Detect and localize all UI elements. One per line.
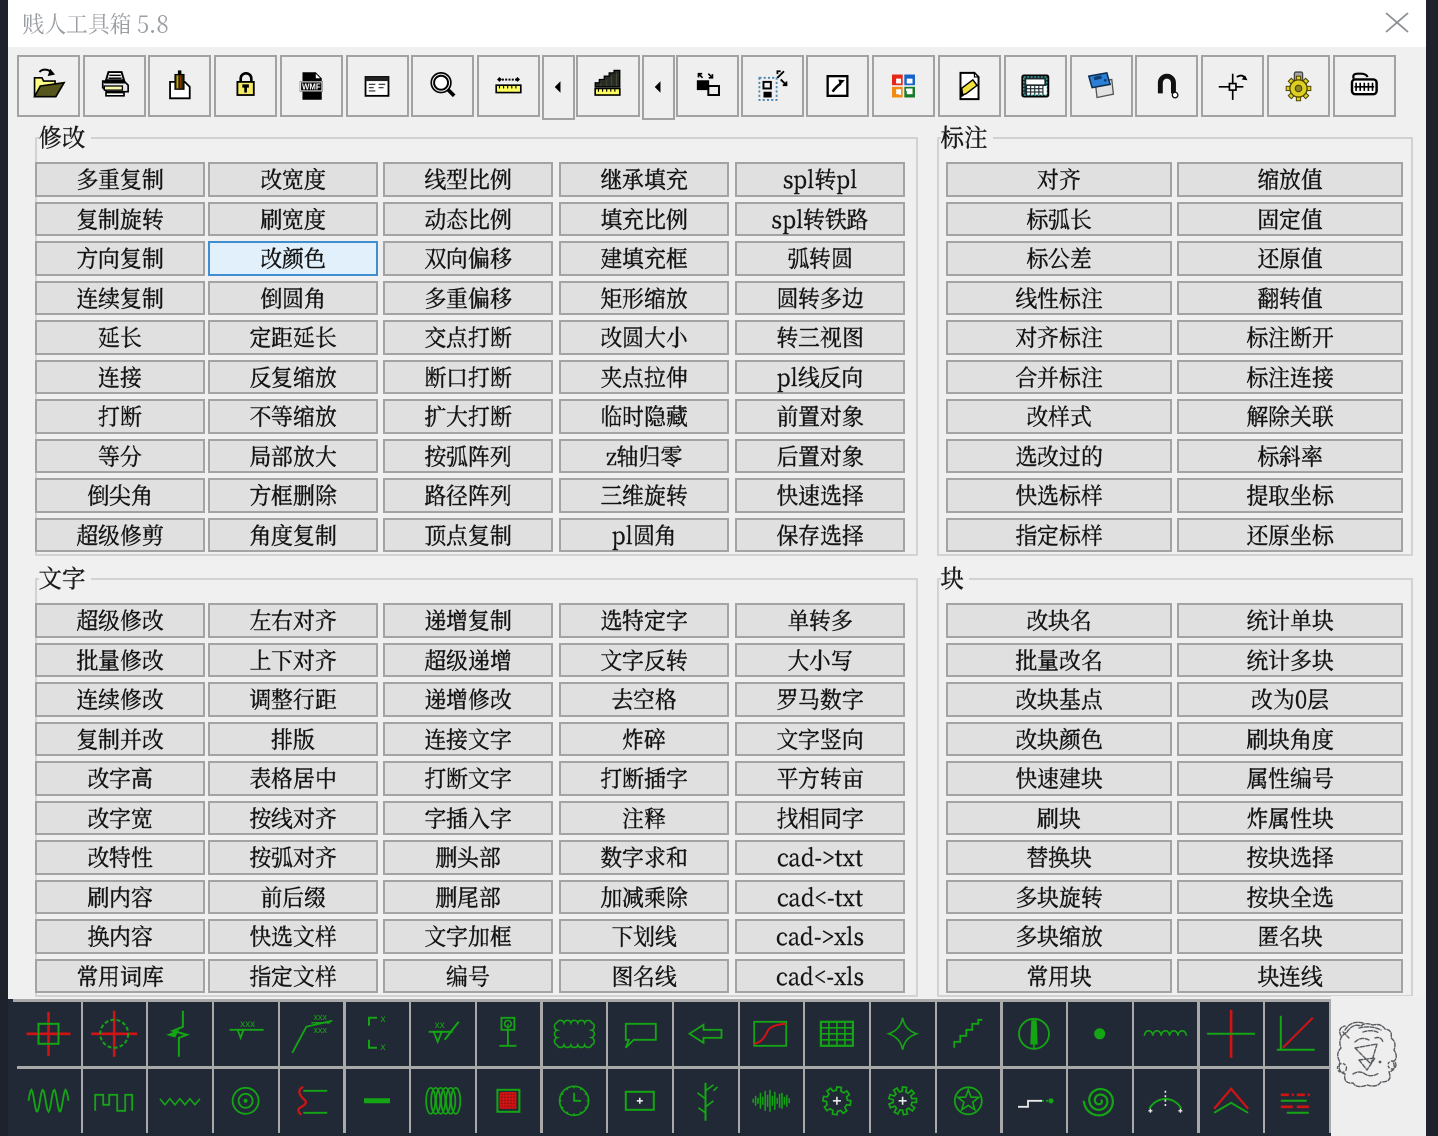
svg-text:xxx: xxx [240,1019,255,1030]
svg-text:WMF: WMF [302,82,321,91]
svg-text:xx: xx [435,1020,445,1031]
svg-text:xxx: xxx [314,1025,328,1035]
svg-text:x: x [381,1014,386,1025]
svg-text:xxx: xxx [314,1012,328,1022]
svg-text:x: x [381,1042,386,1053]
